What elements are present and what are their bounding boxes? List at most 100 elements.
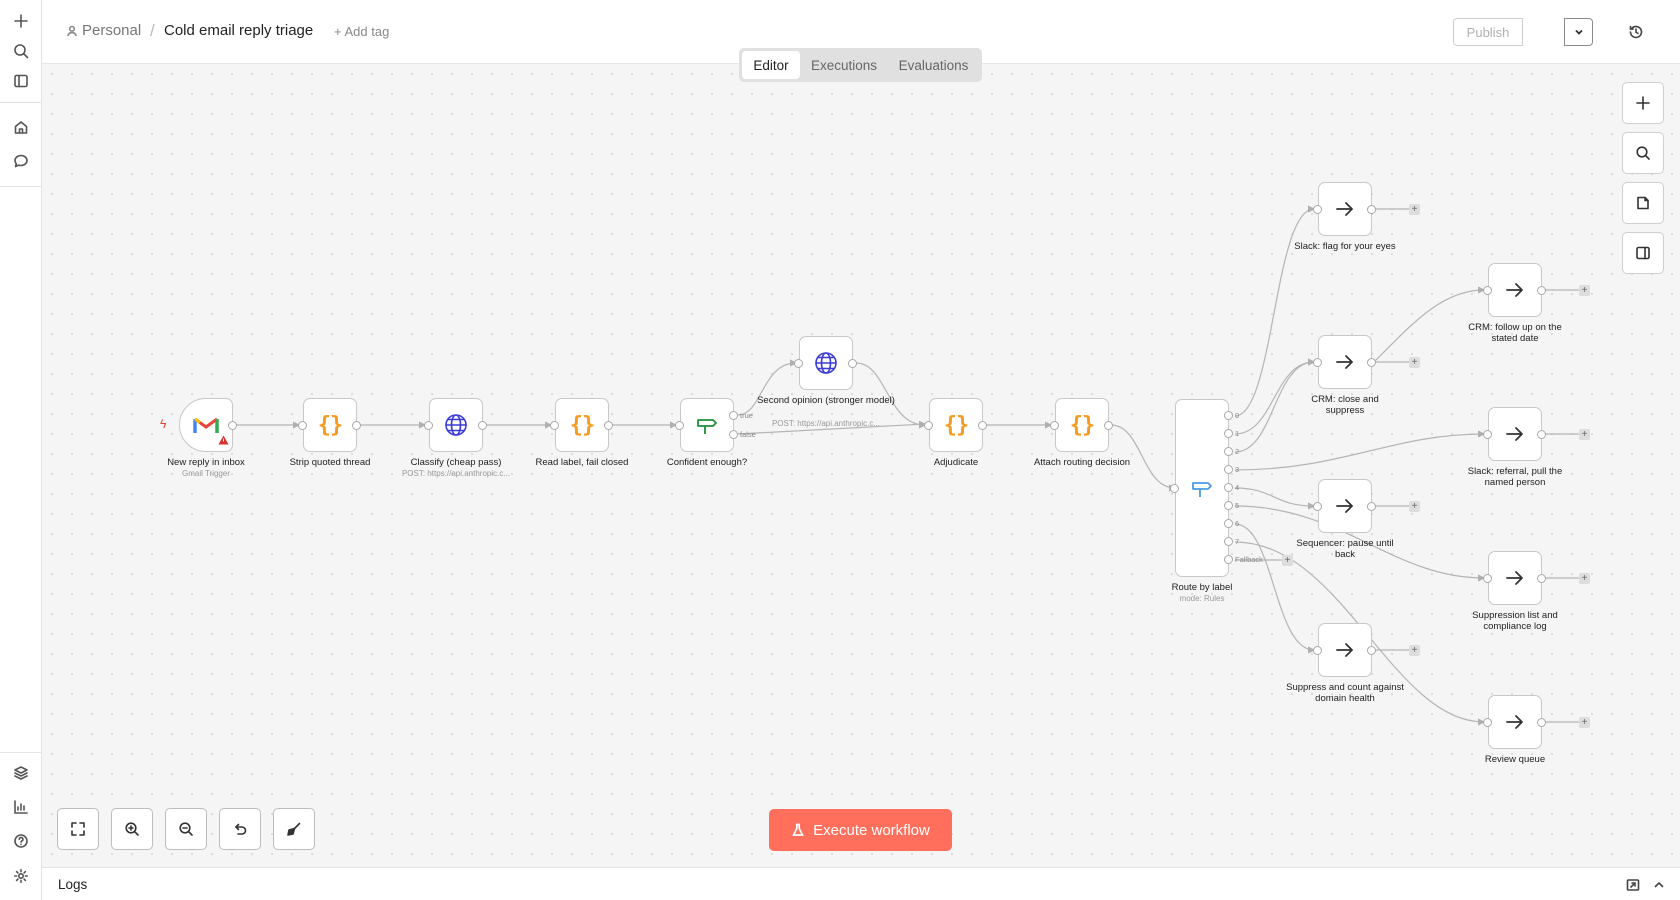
add-node-button[interactable]: +	[1409, 357, 1420, 368]
input-port[interactable]	[1483, 574, 1492, 583]
pop-out-button[interactable]	[1626, 878, 1640, 892]
zoom-to-fit-button[interactable]	[57, 808, 99, 850]
output-port-0[interactable]	[1224, 411, 1233, 420]
output-port[interactable]	[1367, 646, 1376, 655]
output-port[interactable]	[1537, 286, 1546, 295]
input-port[interactable]	[675, 421, 684, 430]
output-port[interactable]	[1367, 502, 1376, 511]
output-port[interactable]	[1104, 421, 1113, 430]
output-port-7[interactable]	[1224, 537, 1233, 546]
tidy-up-button[interactable]	[273, 808, 315, 850]
logs-panel[interactable]: Logs	[42, 867, 1680, 900]
tab-executions[interactable]: Executions	[800, 51, 888, 79]
node-read-label[interactable]: {}	[555, 398, 609, 452]
add-node-panel-button[interactable]	[1622, 82, 1664, 124]
add-node-button[interactable]: +	[1579, 717, 1590, 728]
search-nodes-button[interactable]	[1622, 132, 1664, 174]
publish-button[interactable]: Publish	[1453, 18, 1523, 46]
output-port[interactable]	[1537, 430, 1546, 439]
breadcrumb-project[interactable]: Personal	[66, 22, 141, 39]
input-port[interactable]	[1483, 718, 1492, 727]
node-crm-follow-up[interactable]	[1488, 263, 1542, 317]
input-port[interactable]	[550, 421, 559, 430]
input-port[interactable]	[1483, 430, 1492, 439]
undo-button[interactable]	[219, 808, 261, 850]
output-port[interactable]	[1537, 574, 1546, 583]
add-node-button[interactable]: +	[1579, 573, 1590, 584]
help-icon[interactable]	[10, 830, 32, 852]
output-port-4[interactable]	[1224, 483, 1233, 492]
home-icon[interactable]	[10, 116, 32, 138]
node-second-opinion[interactable]	[799, 336, 853, 390]
node-route-by-label[interactable]	[1175, 399, 1229, 577]
output-port-false[interactable]	[729, 430, 738, 439]
output-port-6[interactable]	[1224, 519, 1233, 528]
input-port[interactable]	[298, 421, 307, 430]
chat-icon[interactable]	[10, 150, 32, 172]
node-confident-enough[interactable]	[680, 398, 734, 452]
input-port[interactable]	[1313, 358, 1322, 367]
add-node-button[interactable]: +	[1409, 501, 1420, 512]
node-gmail-trigger[interactable]	[179, 398, 233, 452]
more-options-button[interactable]	[1676, 22, 1680, 42]
sidebar-toggle-icon[interactable]	[10, 70, 32, 92]
node-review-queue[interactable]	[1488, 695, 1542, 749]
workflow-title[interactable]: Cold email reply triage	[164, 22, 313, 39]
node-attach-routing[interactable]: {}	[1055, 398, 1109, 452]
add-icon[interactable]	[10, 10, 32, 32]
workflow-canvas[interactable]: ϟ New reply in inbox Gmail Trigger {} St…	[42, 64, 1680, 867]
templates-icon[interactable]	[10, 762, 32, 784]
input-port[interactable]	[1313, 646, 1322, 655]
toggle-panel-button[interactable]	[1622, 232, 1664, 274]
input-port[interactable]	[1483, 286, 1492, 295]
output-port-fallback[interactable]	[1224, 555, 1233, 564]
node-slack-referral[interactable]	[1488, 407, 1542, 461]
zoom-in-button[interactable]	[111, 808, 153, 850]
output-port[interactable]	[478, 421, 487, 430]
output-port[interactable]	[604, 421, 613, 430]
input-port[interactable]	[1170, 484, 1179, 493]
node-slack-flag[interactable]	[1318, 182, 1372, 236]
output-port-true[interactable]	[729, 411, 738, 420]
input-port[interactable]	[794, 359, 803, 368]
add-node-button[interactable]: +	[1579, 285, 1590, 296]
output-port-1[interactable]	[1224, 429, 1233, 438]
node-classify[interactable]	[429, 398, 483, 452]
node-suppress-count[interactable]	[1318, 623, 1372, 677]
input-port[interactable]	[1313, 502, 1322, 511]
output-port[interactable]	[352, 421, 361, 430]
output-port[interactable]	[1537, 718, 1546, 727]
node-suppression-list[interactable]	[1488, 551, 1542, 605]
node-crm-close[interactable]	[1318, 335, 1372, 389]
output-port-3[interactable]	[1224, 465, 1233, 474]
add-node-button[interactable]: +	[1409, 645, 1420, 656]
node-strip-quoted-thread[interactable]: {}	[303, 398, 357, 452]
node-adjudicate[interactable]: {}	[929, 398, 983, 452]
input-port[interactable]	[424, 421, 433, 430]
input-port[interactable]	[924, 421, 933, 430]
output-port[interactable]	[1367, 205, 1376, 214]
expand-logs-button[interactable]	[1652, 878, 1666, 892]
settings-icon[interactable]	[10, 865, 32, 887]
sticky-note-button[interactable]	[1622, 182, 1664, 224]
add-tag-button[interactable]: + Add tag	[334, 24, 389, 39]
output-port[interactable]	[848, 359, 857, 368]
add-node-button[interactable]: +	[1409, 204, 1420, 215]
execute-workflow-button[interactable]: Execute workflow	[769, 809, 952, 851]
tab-editor[interactable]: Editor	[742, 51, 800, 79]
insights-icon[interactable]	[10, 796, 32, 818]
output-port[interactable]	[978, 421, 987, 430]
history-button[interactable]	[1626, 22, 1646, 42]
publish-dropdown-button[interactable]	[1564, 18, 1593, 46]
output-port[interactable]	[1367, 358, 1376, 367]
search-icon[interactable]	[10, 40, 32, 62]
output-port[interactable]	[228, 421, 237, 430]
input-port[interactable]	[1050, 421, 1059, 430]
input-port[interactable]	[1313, 205, 1322, 214]
zoom-out-button[interactable]	[165, 808, 207, 850]
output-port-2[interactable]	[1224, 447, 1233, 456]
add-node-button[interactable]: +	[1579, 429, 1590, 440]
output-port-5[interactable]	[1224, 501, 1233, 510]
node-sequencer[interactable]	[1318, 479, 1372, 533]
tab-evaluations[interactable]: Evaluations	[888, 51, 979, 79]
